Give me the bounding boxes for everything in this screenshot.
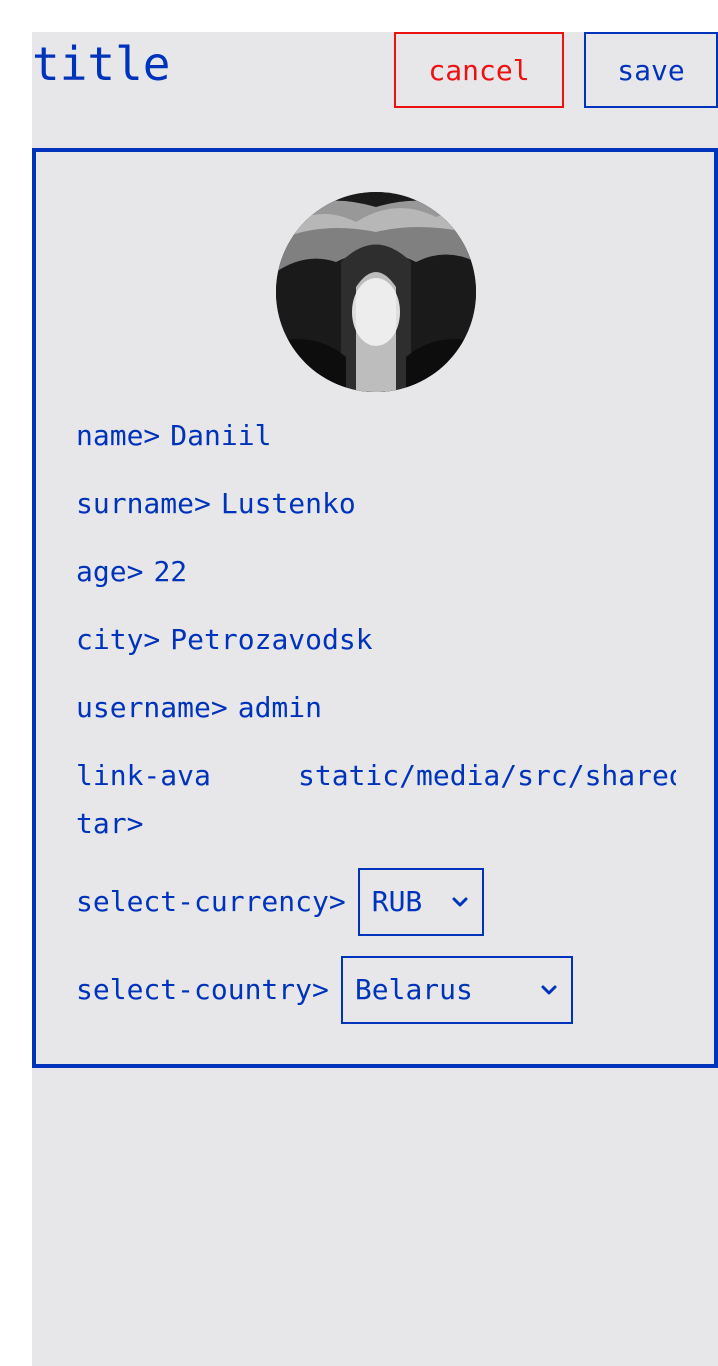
age-value: 22 <box>153 555 188 588</box>
age-row: age> 22 <box>76 548 187 596</box>
cancel-button[interactable]: cancel <box>394 32 564 108</box>
country-selected-value: Belarus <box>354 973 473 1006</box>
surname-row: surname> Lustenko <box>76 480 356 528</box>
username-value: admin <box>237 691 323 724</box>
country-row: select-country> Belarus <box>76 956 573 1024</box>
username-row: username> admin <box>76 684 322 732</box>
name-row: name> Daniil <box>76 412 271 460</box>
city-row: city> Petrozavodsk <box>76 616 373 664</box>
age-label: age> <box>76 555 144 588</box>
currency-row: select-currency> RUB <box>76 868 484 936</box>
city-value: Petrozavodsk <box>170 623 373 656</box>
page-title: title <box>32 37 171 91</box>
country-select[interactable]: Belarus <box>340 956 573 1024</box>
city-label: city> <box>76 623 161 656</box>
name-label: name> <box>76 419 161 452</box>
currency-label: select-currency> <box>76 885 346 918</box>
name-value: Daniil <box>170 419 272 452</box>
surname-label: surname> <box>76 487 211 520</box>
profile-page: title cancel save name> Daniil surname> Lu… <box>32 32 718 1366</box>
link-avatar-row: link-avatar> static/media/src/shared <box>76 752 676 852</box>
save-button[interactable]: save <box>584 32 718 108</box>
chevron-down-icon <box>452 897 468 907</box>
link-avatar-label: link-avatar> <box>76 759 211 840</box>
link-avatar-value: static/media/src/shared <box>298 759 676 792</box>
header: title cancel save <box>32 32 718 148</box>
country-label: select-country> <box>76 973 329 1006</box>
surname-value: Lustenko <box>220 487 356 520</box>
username-label: username> <box>76 691 228 724</box>
chevron-down-icon <box>541 985 557 995</box>
profile-card: name> Daniil surname> Lustenko age> 22 city… <box>32 148 718 1068</box>
avatar <box>276 192 476 392</box>
currency-selected-value: RUB <box>371 885 423 918</box>
currency-select[interactable]: RUB <box>357 868 484 936</box>
